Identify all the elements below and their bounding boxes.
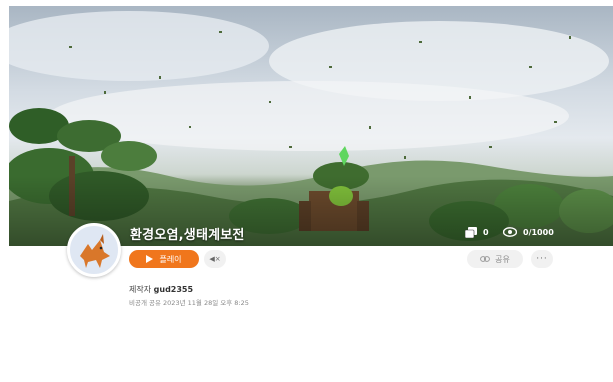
play-button-label: 플레이 xyxy=(159,254,182,264)
more-options-button[interactable]: ··· xyxy=(531,250,553,268)
creator-line: 제작자 gud2355 xyxy=(129,284,193,295)
play-icon xyxy=(146,255,154,263)
play-button[interactable]: 플레이 xyxy=(129,250,199,268)
creator-avatar[interactable] xyxy=(67,223,121,277)
remix-stat: 0 xyxy=(465,227,489,238)
mute-button[interactable]: ◀× xyxy=(204,250,226,268)
share-button[interactable]: 공유 xyxy=(467,250,523,268)
remix-icon xyxy=(465,227,477,238)
project-title: 환경오염,생태계보전 xyxy=(130,228,245,243)
creator-prefix: 제작자 xyxy=(129,285,152,294)
more-icon: ··· xyxy=(536,254,548,264)
remix-count: 0 xyxy=(483,228,489,237)
share-button-label: 공유 xyxy=(495,254,510,264)
link-icon xyxy=(480,256,491,262)
creator-name[interactable]: gud2355 xyxy=(154,285,193,294)
view-count: 0/1000 xyxy=(523,227,554,237)
fox-avatar-icon xyxy=(80,234,110,268)
view-stat: 0/1000 xyxy=(503,227,554,237)
share-meta: 비공개 공유 2023년 11월 28일 오후 8:25 xyxy=(129,299,249,307)
mute-icon: ◀× xyxy=(209,255,221,263)
eye-icon xyxy=(503,227,517,237)
project-thumbnail xyxy=(9,6,613,246)
